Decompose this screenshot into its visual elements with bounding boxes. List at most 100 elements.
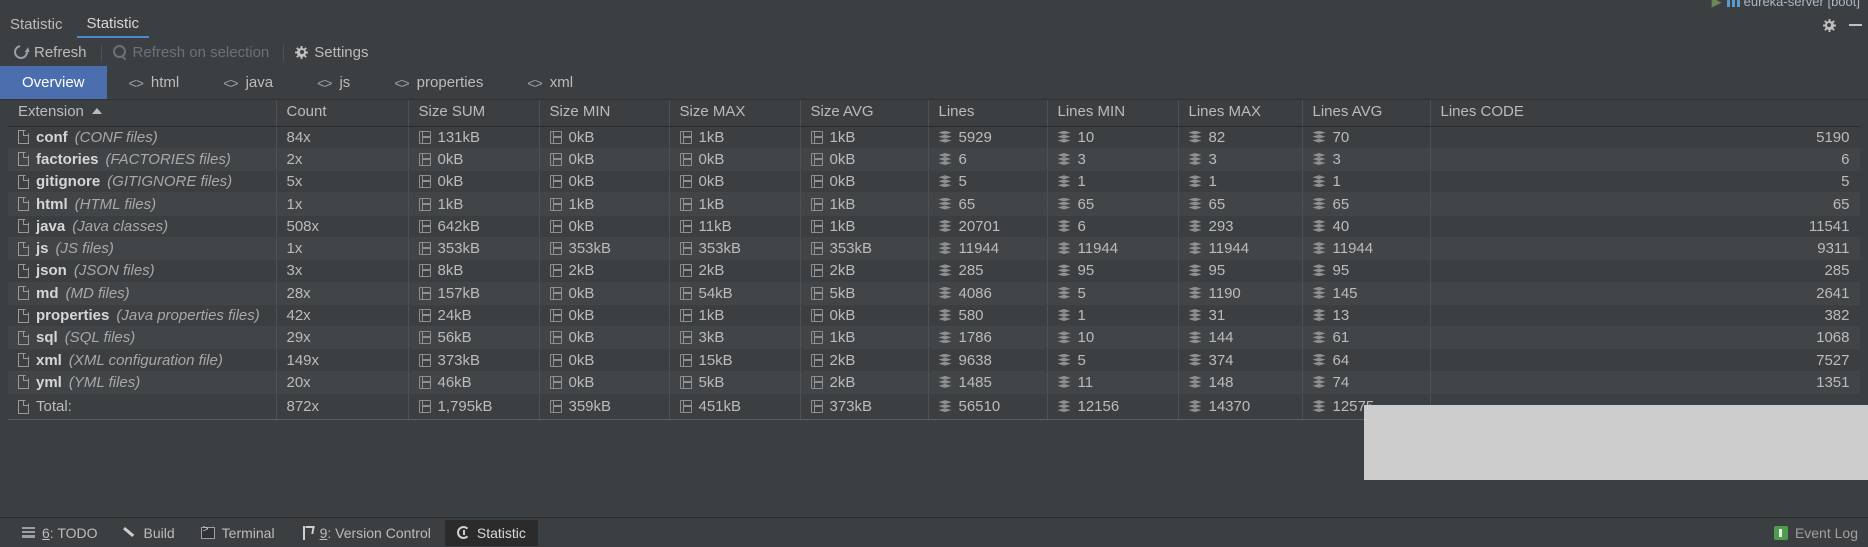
cell-extension: yml (YML files): [8, 371, 277, 395]
cell-lines-code: 285: [1430, 259, 1860, 283]
settings-button[interactable]: Settings: [289, 41, 377, 64]
cell-lines-value: 285: [958, 262, 984, 280]
table-row[interactable]: xml (XML configuration file) 149x 373kB 0kB 1…: [8, 348, 1860, 372]
refresh-on-selection-button[interactable]: Refresh on selection: [107, 41, 279, 64]
tab-html[interactable]: <> html: [107, 66, 202, 99]
cell-size_avg-value: 0kB: [829, 150, 856, 168]
event-log-button[interactable]: Event Log: [1773, 525, 1858, 541]
table-row[interactable]: yml (YML files) 20x 46kB 0kB 5kB 2kB 1485 11 148 7…: [8, 371, 1860, 395]
minimize-button[interactable]: [1842, 14, 1868, 36]
cell-lines_min-value: 1: [1077, 307, 1086, 325]
cell-size_min: 0kB: [539, 348, 670, 372]
cell-size_max-value: 1kB: [698, 128, 725, 146]
table-row[interactable]: java (Java classes) 508x 642kB 0kB 11kB 1kB 207…: [8, 215, 1860, 238]
cell-size_min-value: 0kB: [568, 173, 595, 191]
cell-lines_min: 11: [1047, 371, 1179, 395]
terminal-icon: [200, 525, 215, 539]
tab-properties[interactable]: <> properties: [372, 66, 505, 99]
column-header-lines-avg[interactable]: Lines AVG: [1302, 100, 1431, 127]
cell-lines_max: 95: [1178, 259, 1303, 283]
column-header-count[interactable]: Count: [276, 100, 409, 127]
column-header-lines-code[interactable]: Lines CODE: [1430, 100, 1860, 127]
column-header-size-max[interactable]: Size MAX: [669, 100, 801, 127]
layers-icon: [1057, 152, 1071, 166]
column-header-lines-max[interactable]: Lines MAX: [1178, 100, 1303, 127]
tab-xml[interactable]: <> xml: [505, 66, 595, 99]
cell-size_min: 0kB: [539, 170, 670, 194]
column-header-extension[interactable]: Extension: [8, 100, 277, 127]
table-row[interactable]: sql (SQL files) 29x 56kB 0kB 3kB 1kB 1786 10 144 6…: [8, 326, 1860, 350]
table-row[interactable]: gitignore (GITIGNORE files) 5x 0kB 0kB 0kB 0kB…: [8, 170, 1860, 194]
layers-icon: [1057, 309, 1071, 322]
refresh-button[interactable]: Refresh: [8, 41, 96, 64]
column-header-lines-min[interactable]: Lines MIN: [1047, 100, 1179, 127]
cell-size_sum: 353kB: [408, 237, 540, 261]
cell-size_sum-value: 0kB: [437, 173, 464, 191]
tab-java[interactable]: <> java: [201, 66, 295, 99]
cell-lines-code: 1068: [1430, 326, 1860, 350]
cell-size_max: 0kB: [669, 170, 801, 194]
cell-size_avg-value: 1kB: [829, 329, 856, 347]
status-bar-item-todo[interactable]: 6: TODO: [10, 520, 110, 546]
cell-size_sum: 642kB: [408, 215, 540, 238]
layers-icon: [1312, 242, 1326, 255]
spring-boot-icon: [1726, 0, 1740, 7]
table-row[interactable]: json (JSON files) 3x 8kB 2kB 2kB 2kB 285 95 95 95 2…: [8, 259, 1860, 283]
save-icon: [418, 400, 431, 414]
cell-lines_avg-value: 145: [1332, 284, 1358, 302]
status-bar-item-statistic[interactable]: Statistic: [444, 519, 538, 546]
table-row[interactable]: html (HTML files) 1x 1kB 1kB 1kB 1kB 65 65 65 65 65: [8, 192, 1860, 216]
run-configuration[interactable]: ▶ eureka-server [boot]: [1712, 0, 1860, 10]
settings-gear-button[interactable]: [1816, 14, 1842, 36]
tab-overview[interactable]: Overview: [0, 66, 107, 99]
table-row[interactable]: md (MD files) 28x 157kB 0kB 54kB 5kB 4086 5 1190 1…: [8, 282, 1860, 305]
cell-size_sum: 8kB: [408, 259, 540, 283]
cell-lines-code: 5190: [1430, 126, 1860, 149]
cell-size_sum: 1kB: [408, 192, 540, 216]
cell-lines-code-value: 285: [1824, 262, 1850, 280]
play-icon[interactable]: ▶: [1712, 0, 1722, 9]
save-icon: [679, 353, 692, 367]
cell-lines_max-value: 14370: [1208, 398, 1251, 416]
cell-lines_avg-value: 64: [1332, 351, 1350, 369]
cell-extension-name: gitignore: [36, 173, 101, 191]
layers-icon: [1312, 197, 1326, 211]
layers-icon: [1188, 331, 1202, 344]
column-header-size-min[interactable]: Size MIN: [539, 100, 670, 127]
cell-lines: 56510: [928, 393, 1048, 421]
cell-lines_avg-value: 1: [1332, 173, 1341, 191]
table-row[interactable]: properties (Java properties files) 42x 24kB…: [8, 304, 1860, 328]
column-header-size-avg[interactable]: Size AVG: [800, 100, 929, 127]
cell-lines-code: 5: [1430, 170, 1860, 194]
tool-window-tab-statistic[interactable]: Statistic: [76, 15, 150, 38]
cell-lines_min: 3: [1047, 148, 1179, 172]
status-bar-item-terminal[interactable]: Terminal: [189, 520, 287, 546]
cell-extension: factories (FACTORIES files): [8, 148, 277, 172]
cell-size_max-value: 15kB: [698, 351, 733, 369]
table-row[interactable]: conf (CONF files) 84x 131kB 0kB 1kB 1kB 5929 10 8…: [8, 126, 1860, 149]
layers-icon: [938, 375, 952, 389]
cell-size_max-value: 1kB: [698, 307, 725, 325]
cell-lines_avg: 64: [1302, 348, 1431, 372]
cell-lines_min: 10: [1047, 126, 1179, 149]
cell-extension-desc: (Java properties files): [116, 307, 260, 325]
cell-lines_min: 5: [1047, 282, 1179, 305]
table-row[interactable]: factories (FACTORIES files) 2x 0kB 0kB 0kB 0kB…: [8, 148, 1860, 172]
table-row[interactable]: js (JS files) 1x 353kB 353kB 353kB 353kB 11944 1…: [8, 237, 1860, 261]
column-header-lines[interactable]: Lines: [928, 100, 1048, 127]
cell-lines_avg-value: 40: [1332, 217, 1350, 235]
status-bar-item-build[interactable]: Build: [112, 520, 187, 546]
cell-lines_avg-value: 70: [1332, 128, 1350, 146]
cell-extension-desc: (CONF files): [74, 128, 158, 146]
tab-js[interactable]: <> js: [295, 66, 372, 99]
cell-size_min: 0kB: [539, 326, 670, 350]
save-icon: [810, 375, 823, 389]
cell-size_max-value: 2kB: [698, 262, 725, 280]
cell-lines_max-value: 374: [1208, 351, 1234, 369]
column-header-size-sum[interactable]: Size SUM: [408, 100, 540, 127]
status-bar-item-version-control[interactable]: 9: Version Control: [289, 520, 443, 546]
cell-lines-value: 11944: [958, 240, 1000, 258]
status-bar-item-statistic-label: Statistic: [476, 524, 526, 541]
cell-lines_max-value: 65: [1208, 195, 1226, 213]
table-header-row: Extension Count Size SUM Size MIN Size M…: [8, 100, 1860, 127]
